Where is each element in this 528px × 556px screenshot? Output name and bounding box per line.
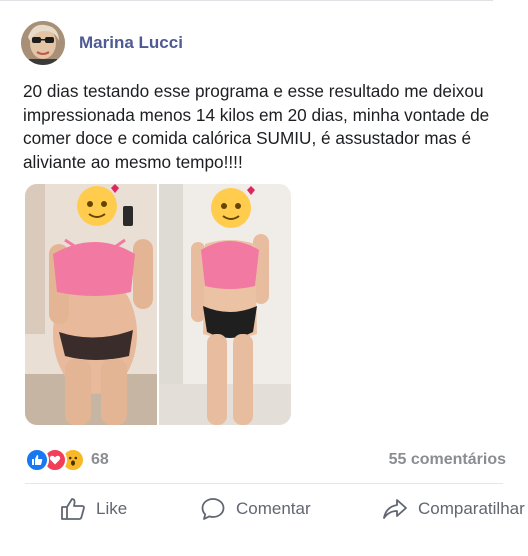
post-photo[interactable] [25, 184, 291, 425]
like-reaction-icon [25, 448, 49, 472]
post-text: 20 dias testando esse programa e esse re… [23, 81, 490, 172]
avatar-image [21, 21, 65, 65]
like-button[interactable]: Like [60, 495, 127, 523]
top-divider [0, 0, 493, 1]
comment-label: Comentar [236, 499, 311, 518]
comment-button[interactable]: Comentar [200, 495, 311, 523]
comment-bubble-icon [201, 498, 225, 520]
actions-divider [25, 483, 503, 484]
reaction-count: 68 [91, 451, 109, 468]
avatar[interactable] [21, 21, 65, 65]
share-arrow-icon [383, 499, 407, 519]
share-label: Comparatilhar [418, 499, 525, 518]
thumbs-up-icon [61, 498, 85, 520]
like-label: Like [96, 499, 128, 518]
share-button[interactable]: Comparatilhar [382, 495, 525, 523]
author-name[interactable]: Marina Lucci [79, 33, 183, 53]
comments-count[interactable]: 55 comentários [389, 451, 506, 469]
reactions-summary[interactable]: 68 [25, 448, 109, 472]
